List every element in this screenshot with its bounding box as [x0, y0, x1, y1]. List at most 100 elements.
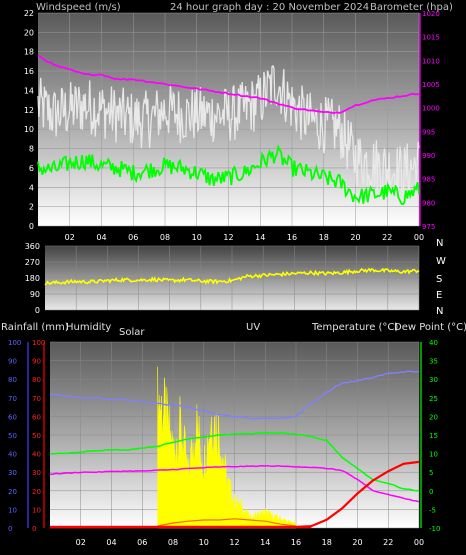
temperature-y-tick: 15: [429, 432, 438, 440]
rain-y-tick: 100: [32, 339, 45, 347]
temp-x-tick: 16: [291, 538, 301, 547]
temp-x-tick: 22: [383, 538, 393, 547]
wind-y-tick: 0: [29, 222, 34, 231]
baro-y-tick: 1005: [422, 81, 440, 89]
wind-x-tick: 16: [287, 233, 297, 242]
uv-label: UV: [246, 322, 260, 333]
wind-x-tick: 06: [128, 233, 138, 242]
rain-y-tick: 60: [32, 413, 41, 421]
humidity-label: Humidity: [66, 322, 111, 333]
temperature-y-tick: -10: [429, 525, 440, 533]
humidity-y-tick: 100: [8, 339, 21, 347]
compass-label: N: [436, 238, 443, 249]
temp-x-tick: 08: [168, 538, 178, 547]
compass-label: S: [436, 274, 442, 285]
temperature-y-tick: 20: [429, 413, 438, 421]
humidity-y-tick: 20: [8, 488, 17, 496]
wind-y-tick: 16: [24, 67, 34, 76]
temperature-y-tick: 35: [429, 358, 438, 366]
graph-title: 24 hour graph day : 20 November 2024: [170, 2, 369, 13]
wind-x-tick: 08: [160, 233, 170, 242]
temp-x-tick: 10: [199, 538, 209, 547]
wind-y-tick: 6: [29, 164, 34, 173]
temperature-y-tick: 25: [429, 395, 438, 403]
humidity-y-tick: 30: [8, 469, 17, 477]
dir-y-tick: 180: [25, 274, 40, 283]
baro-y-tick: 1020: [422, 10, 440, 18]
wind-x-tick: 10: [192, 233, 202, 242]
wind-y-tick: 2: [29, 203, 34, 212]
rain-y-tick: 20: [32, 488, 41, 496]
rain-y-tick: 40: [32, 451, 41, 459]
wind-y-tick: 4: [29, 183, 34, 192]
dir-y-tick: 360: [25, 242, 40, 251]
temp-x-tick: 20: [352, 538, 362, 547]
wind-y-tick: 14: [24, 86, 34, 95]
temperature-y-tick: 10: [429, 451, 438, 459]
baro-y-tick: 985: [422, 176, 435, 184]
baro-y-tick: 1000: [422, 105, 440, 113]
wind-y-tick: 10: [24, 125, 34, 134]
rain-y-tick: 50: [32, 432, 41, 440]
humidity-y-tick: 70: [8, 395, 17, 403]
temp-x-tick: 18: [322, 538, 332, 547]
temperature-y-tick: 30: [429, 376, 438, 384]
wind-y-tick: 12: [24, 106, 34, 115]
wind-y-tick: 20: [24, 28, 34, 37]
compass-label: N: [436, 306, 443, 317]
rain-y-tick: 0: [32, 525, 36, 533]
rainfall-label: Rainfall (mm): [1, 322, 69, 333]
weather-graph: Windspeed (m/s) 24 hour graph day : 20 N…: [0, 0, 466, 555]
baro-y-tick: 980: [422, 199, 435, 207]
rain-y-tick: 80: [32, 376, 41, 384]
humidity-y-tick: 10: [8, 506, 17, 514]
humidity-y-tick: 90: [8, 358, 17, 366]
temperature-y-tick: 0: [429, 488, 433, 496]
compass-label: E: [436, 290, 442, 301]
windspeed-label: Windspeed (m/s): [36, 2, 121, 13]
dir-y-tick: 270: [25, 258, 40, 267]
wind-x-tick: 14: [255, 233, 265, 242]
temp-x-tick: 06: [137, 538, 147, 547]
wind-y-tick: 22: [24, 9, 34, 18]
wind-x-tick: 04: [96, 233, 106, 242]
wind-x-tick: 12: [223, 233, 233, 242]
baro-y-tick: 975: [422, 223, 435, 231]
temperature-label: Temperature (°C): [311, 322, 398, 333]
compass-label: W: [436, 256, 446, 267]
wind-x-tick: 22: [382, 233, 392, 242]
humidity-y-tick: 80: [8, 376, 17, 384]
humidity-y-tick: 60: [8, 413, 17, 421]
baro-y-tick: 990: [422, 152, 435, 160]
dewpoint-label: Dew Point (°C): [394, 322, 466, 333]
wind-x-tick: 00: [414, 233, 424, 242]
baro-y-tick: 995: [422, 128, 435, 136]
rain-y-tick: 90: [32, 358, 41, 366]
baro-y-tick: 1015: [422, 34, 440, 42]
temperature-y-tick: 40: [429, 339, 438, 347]
temp-x-tick: 12: [229, 538, 239, 547]
wind-y-tick: 18: [24, 48, 34, 57]
solar-label: Solar: [119, 327, 145, 338]
humidity-y-tick: 50: [8, 432, 17, 440]
rain-y-tick: 70: [32, 395, 41, 403]
humidity-y-tick: 40: [8, 451, 17, 459]
temp-x-tick: 14: [260, 538, 270, 547]
wind-x-tick: 18: [319, 233, 329, 242]
temp-x-tick: 00: [414, 538, 424, 547]
humidity-y-tick: 0: [8, 525, 12, 533]
baro-y-tick: 1010: [422, 57, 440, 65]
dir-y-tick: 0: [35, 306, 40, 315]
temperature-y-tick: 5: [429, 469, 433, 477]
chart-canvas: Windspeed (m/s) 24 hour graph day : 20 N…: [1, 2, 466, 547]
temp-x-tick: 02: [76, 538, 86, 547]
wind-x-tick: 20: [350, 233, 360, 242]
dir-y-tick: 90: [30, 290, 40, 299]
rain-y-tick: 10: [32, 506, 41, 514]
wind-x-tick: 02: [65, 233, 75, 242]
barometer-label: Barometer (hpa): [370, 2, 453, 13]
temp-x-tick: 04: [106, 538, 116, 547]
temperature-y-tick: -5: [429, 506, 436, 514]
rain-y-tick: 30: [32, 469, 41, 477]
wind-y-tick: 8: [29, 145, 34, 154]
